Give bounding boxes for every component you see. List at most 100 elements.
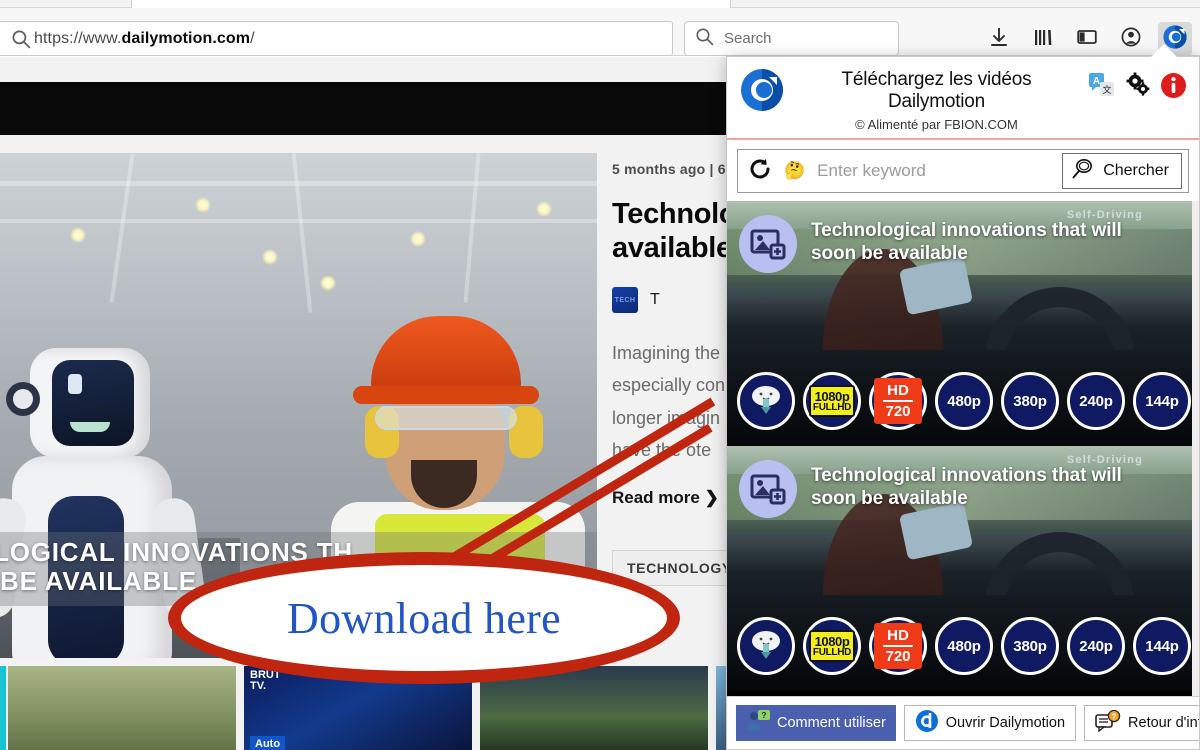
url-bar[interactable]: https://www.dailymotion.com/ <box>0 21 673 56</box>
feedback-label: Retour d'information <box>1128 715 1200 731</box>
gear-icon[interactable] <box>1125 72 1151 103</box>
download-button[interactable] <box>737 617 795 675</box>
badge-hd-top: HD <box>883 383 913 402</box>
popup-footer: ? Comment utiliser Ouvrir Dailymotion <box>727 696 1199 749</box>
account-icon <box>1120 26 1142 53</box>
scrollbar[interactable] <box>1192 201 1199 696</box>
quality-label: 380p <box>1013 393 1046 410</box>
video-title-line-2: soon be available <box>811 487 1122 510</box>
image-add-icon[interactable] <box>739 215 797 273</box>
quality-label: 480p <box>947 393 980 410</box>
list-item[interactable] <box>8 666 236 750</box>
video-card-header: Technological innovations that will soon… <box>739 460 1187 518</box>
badge-1080p-bottom: FULLHD <box>813 403 851 413</box>
header-divider <box>727 138 1199 140</box>
quality-option-240p[interactable]: 240p <box>1067 372 1125 430</box>
keyword-search-row: 🤔 Enter keyword Chercher <box>737 149 1189 193</box>
quality-option-720p[interactable]: HD 720 <box>869 617 927 675</box>
badge-hd720: HD 720 <box>874 623 922 669</box>
image-add-icon[interactable] <box>739 460 797 518</box>
url-text: https://www.dailymotion.com/ <box>34 30 255 48</box>
download-button[interactable] <box>737 372 795 430</box>
svg-text:文: 文 <box>1102 84 1111 95</box>
person-question-icon: ? <box>746 710 770 736</box>
avatar-label: TECH <box>615 297 636 304</box>
badge-hd720: HD 720 <box>874 378 922 424</box>
annotation-label: Download here <box>287 593 561 644</box>
svg-text:?: ? <box>1112 713 1117 722</box>
extension-popup: Téléchargez les vidéos Dailymotion © Ali… <box>726 56 1200 750</box>
dailymotion-downloader-logo-icon <box>739 67 785 113</box>
popup-header-actions: A 文 <box>1088 67 1187 104</box>
browser-search-bar[interactable]: Search <box>684 21 899 56</box>
quality-option-240p[interactable]: 240p <box>1067 617 1125 675</box>
video-title-line-1: Technological innovations that will <box>811 464 1122 487</box>
how-to-use-label: Comment utiliser <box>777 715 886 731</box>
browser-search-input[interactable]: Search <box>724 30 772 47</box>
badge-1080p-top: 1080p <box>815 635 850 648</box>
badge-1080p: 1080p FULLHD <box>809 385 855 417</box>
video-title: Technological innovations that will soon… <box>811 215 1122 265</box>
popup-title: Téléchargez les vidéos Dailymotion <box>795 69 1078 113</box>
badge-1080p-top: 1080p <box>815 390 850 403</box>
feedback-button[interactable]: ? Retour d'information <box>1084 705 1200 741</box>
video-card-header: Technological innovations that will soon… <box>739 215 1187 273</box>
magnifier-icon <box>1071 157 1095 186</box>
quality-option-144p[interactable]: 144p <box>1133 617 1191 675</box>
quality-label: 240p <box>1079 638 1112 655</box>
download-icon <box>988 26 1010 53</box>
url-prefix: https://www. <box>34 30 121 47</box>
quality-label: 380p <box>1013 638 1046 655</box>
annotation-callout: Download here <box>168 552 680 684</box>
accent-edge <box>0 666 6 750</box>
cloud-download-icon <box>748 628 784 665</box>
info-icon[interactable] <box>1160 72 1187 104</box>
sidebar-button[interactable] <box>1070 22 1104 56</box>
popup-header: Téléchargez les vidéos Dailymotion © Ali… <box>727 57 1199 138</box>
url-domain: dailymotion.com <box>121 30 250 47</box>
svg-text:A: A <box>1093 76 1100 87</box>
quality-label: 144p <box>1145 638 1178 655</box>
dailymotion-icon <box>915 709 939 737</box>
video-title-line-1: Technological innovations that will <box>811 219 1122 242</box>
sidebar-icon <box>1076 26 1098 53</box>
url-suffix: / <box>250 30 255 47</box>
feedback-question-icon: ? <box>1095 710 1121 736</box>
badge-hd-bottom: 720 <box>885 647 910 665</box>
quality-option-1080p[interactable]: 1080p FULLHD <box>803 617 861 675</box>
badge-1080p: 1080p FULLHD <box>809 630 855 662</box>
browser-toolbar: https://www.dailymotion.com/ Search <box>0 8 1200 56</box>
quality-option-480p[interactable]: 480p <box>935 372 993 430</box>
auto-badge: Auto <box>250 736 285 750</box>
downloads-button[interactable] <box>982 22 1016 56</box>
quality-option-380p[interactable]: 380p <box>1001 372 1059 430</box>
search-icon <box>8 29 34 49</box>
search-icon <box>695 27 714 51</box>
video-card[interactable]: Self-Driving T <box>727 446 1199 691</box>
quality-label: 480p <box>947 638 980 655</box>
screen: OLOGICAL INNOVATIONS TH BE AVAILABLE 5 m… <box>0 0 1200 750</box>
open-dailymotion-button[interactable]: Ouvrir Dailymotion <box>904 705 1076 741</box>
active-tab[interactable] <box>131 0 731 8</box>
account-button[interactable] <box>1114 22 1148 56</box>
svg-text:?: ? <box>762 711 767 720</box>
quality-option-144p[interactable]: 144p <box>1133 372 1191 430</box>
quality-option-380p[interactable]: 380p <box>1001 617 1059 675</box>
search-input[interactable]: Enter keyword <box>817 161 1050 181</box>
video-title: Technological innovations that will soon… <box>811 460 1122 510</box>
badge-1080p-bottom: FULLHD <box>813 648 851 658</box>
quality-options: 1080p FULLHD HD 720 480p 380p <box>737 617 1189 675</box>
quality-option-1080p[interactable]: 1080p FULLHD <box>803 372 861 430</box>
quality-option-480p[interactable]: 480p <box>935 617 993 675</box>
popup-subtitle: © Alimenté par FBION.COM <box>795 117 1078 132</box>
translate-icon[interactable]: A 文 <box>1088 71 1116 104</box>
video-card[interactable]: Self-Driving T <box>727 201 1199 446</box>
how-to-use-button[interactable]: ? Comment utiliser <box>736 705 896 741</box>
library-button[interactable] <box>1026 22 1060 56</box>
library-icon <box>1032 26 1054 53</box>
quality-option-720p[interactable]: HD 720 <box>869 372 927 430</box>
cloud-download-icon <box>748 383 784 420</box>
search-button[interactable]: Chercher <box>1062 153 1182 189</box>
refresh-icon[interactable] <box>748 157 772 186</box>
video-title-line-2: soon be available <box>811 242 1122 265</box>
